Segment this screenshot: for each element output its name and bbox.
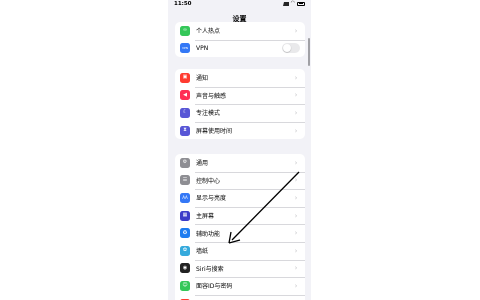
settings-row-label: 控制中心	[196, 177, 221, 185]
screen-time-icon: ⧗	[180, 125, 190, 136]
sound-icon: ◀	[180, 90, 190, 101]
chevron-right-icon: ›	[294, 108, 298, 117]
signal-icon	[282, 1, 289, 6]
chevron-right-icon: ›	[294, 26, 298, 35]
settings-row-label: 屏幕使用时间	[196, 128, 233, 136]
accessibility-icon: ✪	[180, 228, 190, 239]
status-time: 11:50	[174, 1, 192, 7]
chevron-right-icon: ›	[294, 193, 298, 202]
settings-group-network: ∞ 个人热点 › VPN VPN	[175, 22, 305, 58]
chevron-right-icon: ›	[294, 264, 298, 273]
settings-row-label: 墙纸	[196, 248, 209, 256]
chevron-right-icon: ›	[294, 176, 298, 185]
chevron-right-icon: ›	[294, 281, 298, 290]
settings-row[interactable]: ☺ 面容ID与密码 ›	[175, 277, 305, 295]
display-icon: AA	[180, 192, 190, 203]
settings-group-system: ⚙ 通用 › ☰ 控制中心 › AA 显示与亮度 › ▦ 主屏幕 › ✪ 辅助功能 › ✿ 墙纸 › ◉ Siri与搜…	[175, 154, 305, 300]
wallpaper-icon: ✿	[180, 245, 190, 256]
settings-row-label: 声音与触感	[196, 92, 227, 100]
settings-row-label: 显示与亮度	[196, 195, 227, 203]
settings-row-label: 个人热点	[196, 28, 221, 36]
face-id-icon: ☺	[180, 280, 190, 291]
focus-moon-icon: ☾	[180, 107, 190, 118]
settings-row[interactable]: ⧗ 屏幕使用时间 ›	[175, 121, 305, 140]
settings-row-label: 通用	[196, 160, 209, 168]
gear-icon: ⚙	[180, 157, 190, 168]
hotspot-icon: ∞	[180, 25, 190, 36]
settings-row-label: 主屏幕	[196, 213, 215, 221]
wifi-icon: ◠	[290, 0, 295, 6]
scrollbar[interactable]	[307, 38, 310, 66]
chevron-right-icon: ›	[294, 126, 298, 135]
settings-row[interactable]: ◀ 声音与触感 ›	[175, 86, 305, 105]
notifications-icon: ▣	[180, 72, 190, 83]
toggle-knob	[283, 44, 291, 53]
settings-row[interactable]: ⚙ 通用 ›	[175, 154, 305, 172]
settings-row[interactable]: ☰ 控制中心 ›	[175, 171, 305, 190]
chevron-right-icon: ›	[294, 73, 298, 82]
vpn-icon: VPN	[180, 43, 190, 54]
battery-icon	[297, 1, 305, 6]
status-icons: ◠	[282, 0, 305, 6]
chevron-right-icon: ›	[294, 158, 298, 167]
chevron-right-icon: ›	[294, 91, 298, 100]
status-bar: 11:50 ◠	[168, 0, 311, 10]
settings-row[interactable]: ☾ 专注模式 ›	[175, 104, 305, 122]
settings-row-label: 辅助功能	[196, 230, 221, 238]
settings-row[interactable]: ▦ 主屏幕 ›	[175, 206, 305, 225]
control-center-icon: ☰	[180, 175, 190, 186]
siri-icon: ◉	[180, 263, 190, 274]
settings-row[interactable]: ▣ 通知 ›	[175, 69, 305, 87]
settings-row[interactable]: ◉ Siri与搜索 ›	[175, 259, 305, 278]
settings-row-label: 面容ID与密码	[196, 283, 233, 291]
settings-screen: 11:50 ◠ 设置 ∞ 个人热点 › VPN VPN ▣ 通知 › ◀ 声音与触感 › ☾ 专注模式…	[168, 0, 311, 300]
settings-row-label: 通知	[196, 75, 209, 83]
settings-row-label: 专注模式	[196, 110, 221, 118]
chevron-right-icon: ›	[294, 229, 298, 238]
settings-row[interactable]: AA 显示与亮度 ›	[175, 189, 305, 207]
chevron-right-icon: ›	[294, 211, 298, 220]
chevron-right-icon: ›	[294, 246, 298, 255]
settings-group-notifications: ▣ 通知 › ◀ 声音与触感 › ☾ 专注模式 › ⧗ 屏幕使用时间 ›	[175, 69, 305, 140]
settings-row[interactable]: ✪ 辅助功能 ›	[175, 224, 305, 242]
home-screen-icon: ▦	[180, 210, 190, 221]
settings-row[interactable]: VPN VPN	[175, 39, 305, 58]
settings-row[interactable]: ✿ 墙纸 ›	[175, 241, 305, 260]
settings-row[interactable]: SOSSOS紧急联络›	[175, 294, 305, 300]
vpn-toggle[interactable]	[282, 43, 300, 54]
settings-row-label: Siri与搜索	[196, 265, 224, 273]
settings-row-label: VPN	[196, 44, 209, 52]
settings-row[interactable]: ∞ 个人热点 ›	[175, 22, 305, 40]
